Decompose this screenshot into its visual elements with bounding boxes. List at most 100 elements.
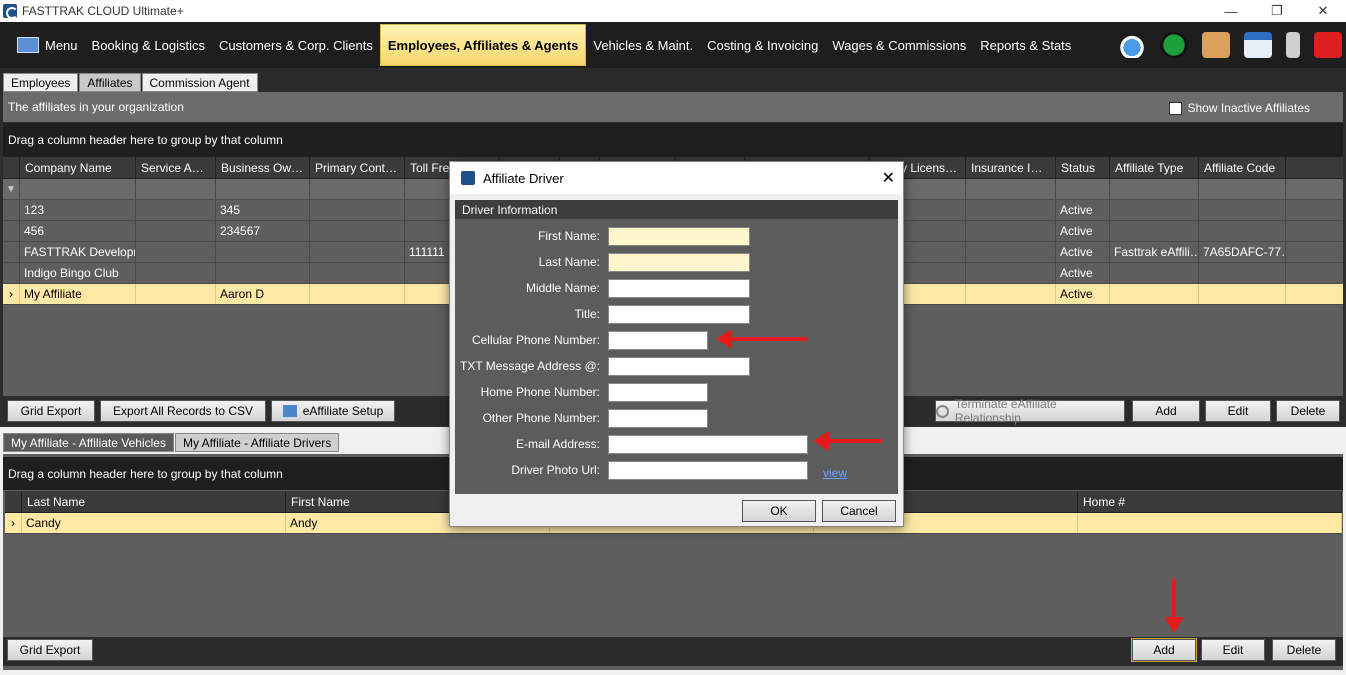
column-header[interactable]: Affiliate Type xyxy=(1110,157,1199,178)
filter-cell[interactable] xyxy=(1110,179,1199,199)
edit-driver-button[interactable]: Edit xyxy=(1201,639,1265,661)
view-photo-link[interactable]: view xyxy=(823,466,847,480)
table-cell: 456 xyxy=(20,221,136,241)
mail-icon[interactable] xyxy=(1202,32,1230,58)
filter-cell[interactable] xyxy=(20,179,136,199)
table-cell: Active xyxy=(1056,242,1110,262)
row-indicator xyxy=(3,200,20,220)
cloud-icon[interactable] xyxy=(1118,32,1146,58)
window-title: FASTTRAK CLOUD Ultimate+ xyxy=(22,4,184,18)
phone-icon[interactable] xyxy=(1286,32,1300,58)
title-bar: FASTTRAK CLOUD Ultimate+ — ❐ ✕ xyxy=(0,0,1346,22)
eaffiliate-setup-button[interactable]: eAffiliate Setup xyxy=(271,400,395,422)
title-field[interactable] xyxy=(608,305,750,324)
table-cell xyxy=(1110,263,1199,283)
cellular-phone-field[interactable] xyxy=(608,331,708,350)
column-header[interactable]: Business Ow… xyxy=(216,157,310,178)
table-cell: FASTTRAK Developm… xyxy=(20,242,136,262)
delete-affiliate-button[interactable]: Delete xyxy=(1276,400,1340,422)
filter-cell[interactable] xyxy=(1199,179,1286,199)
export-csv-button[interactable]: Export All Records to CSV xyxy=(100,400,266,422)
table-cell: My Affiliate xyxy=(20,284,136,304)
cancel-button[interactable]: Cancel xyxy=(822,500,896,522)
filter-cell[interactable] xyxy=(966,179,1056,199)
close-icon[interactable]: ✕ xyxy=(1300,0,1346,22)
drivers-grid-export-button[interactable]: Grid Export xyxy=(7,639,93,661)
menu-customers[interactable]: Customers & Corp. Clients xyxy=(212,24,380,66)
table-cell: 345 xyxy=(216,200,310,220)
window-icon[interactable] xyxy=(1244,32,1272,58)
other-phone-field[interactable] xyxy=(608,409,708,428)
column-header[interactable]: Last Name xyxy=(22,491,286,512)
menu-vehicles[interactable]: Vehicles & Maint. xyxy=(586,24,700,66)
table-cell xyxy=(310,200,405,220)
grid-export-button[interactable]: Grid Export xyxy=(7,400,95,422)
table-cell xyxy=(1199,200,1286,220)
column-header[interactable]: Service A… xyxy=(136,157,216,178)
tab-affiliate-vehicles[interactable]: My Affiliate - Affiliate Vehicles xyxy=(3,433,174,452)
table-cell: Fasttrak eAffili… xyxy=(1110,242,1199,262)
add-affiliate-button[interactable]: Add xyxy=(1132,400,1200,422)
filter-cell[interactable] xyxy=(136,179,216,199)
last-name-field[interactable] xyxy=(608,253,750,272)
column-header[interactable]: Affiliate Code xyxy=(1199,157,1286,178)
first-name-field[interactable] xyxy=(608,227,750,246)
column-header[interactable]: Insurance I… xyxy=(966,157,1056,178)
tab-employees[interactable]: Employees xyxy=(3,73,79,92)
restore-icon[interactable]: ❐ xyxy=(1254,0,1300,22)
youtube-icon[interactable] xyxy=(1314,32,1342,58)
g-logo-icon[interactable] xyxy=(1160,32,1188,58)
main-menu-bar: Menu Booking & Logistics Customers & Cor… xyxy=(0,22,1346,68)
table-cell xyxy=(1199,263,1286,283)
row-indicator xyxy=(3,263,20,283)
column-header[interactable]: Status xyxy=(1056,157,1110,178)
menu-button[interactable]: Menu xyxy=(10,24,85,66)
table-cell xyxy=(1078,513,1342,533)
filter-cell[interactable] xyxy=(310,179,405,199)
tab-affiliate-drivers[interactable]: My Affiliate - Affiliate Drivers xyxy=(174,433,340,452)
checkbox-icon[interactable] xyxy=(1169,101,1183,115)
tab-affiliates[interactable]: Affiliates xyxy=(79,73,141,92)
column-header[interactable]: Home # xyxy=(1078,491,1342,512)
dialog-close-icon[interactable]: ✕ xyxy=(882,168,895,188)
group-by-area: Drag a column header here to group by th… xyxy=(3,123,1343,157)
menu-employees-affiliates-agents[interactable]: Employees, Affiliates & Agents xyxy=(379,24,587,66)
table-cell xyxy=(1110,200,1199,220)
affiliate-driver-dialog: Affiliate Driver ✕ Driver Information Fi… xyxy=(449,161,904,527)
menu-wages-commissions[interactable]: Wages & Commissions xyxy=(825,24,973,66)
field-label: First Name: xyxy=(537,229,600,243)
column-header[interactable]: Primary Cont… xyxy=(310,157,405,178)
filter-cell[interactable] xyxy=(216,179,310,199)
menu-costing-invoicing[interactable]: Costing & Invoicing xyxy=(700,24,825,66)
home-phone-field[interactable] xyxy=(608,383,708,402)
table-cell xyxy=(1110,284,1199,304)
filter-icon[interactable]: ▼ xyxy=(3,179,20,199)
menu-reports-stats[interactable]: Reports & Stats xyxy=(973,24,1078,66)
minimize-icon[interactable]: — xyxy=(1208,0,1254,22)
show-inactive-checkbox[interactable]: Show Inactive Affiliates xyxy=(1169,101,1310,115)
menu-booking-logistics[interactable]: Booking & Logistics xyxy=(85,24,212,66)
add-driver-button[interactable]: Add xyxy=(1131,638,1197,662)
ok-button[interactable]: OK xyxy=(742,500,816,522)
filter-cell[interactable] xyxy=(1056,179,1110,199)
table-cell: Active xyxy=(1056,200,1110,220)
delete-driver-button[interactable]: Delete xyxy=(1272,639,1336,661)
table-cell xyxy=(216,263,310,283)
email-field[interactable] xyxy=(608,435,808,454)
tab-commission-agent[interactable]: Commission Agent xyxy=(141,73,258,92)
edit-affiliate-button[interactable]: Edit xyxy=(1205,400,1271,422)
row-indicator: › xyxy=(5,513,22,533)
terminate-relationship-button[interactable]: Terminate eAffiliate Relationship xyxy=(935,397,1125,425)
bottom-tabs: My Affiliate - Affiliate Vehicles My Aff… xyxy=(3,433,340,452)
driver-information-group: Driver Information First Name: Last Name:… xyxy=(455,200,898,494)
table-cell xyxy=(136,263,216,283)
table-cell: Active xyxy=(1056,221,1110,241)
middle-name-field[interactable] xyxy=(608,279,750,298)
table-cell xyxy=(136,242,216,262)
field-label: Driver Photo Url: xyxy=(511,463,600,477)
column-header[interactable]: Company Name xyxy=(20,157,136,178)
driver-photo-url-field[interactable] xyxy=(608,461,808,480)
txt-message-address-field[interactable] xyxy=(608,357,750,376)
driver-information-caption: Driver Information xyxy=(455,200,898,219)
table-cell xyxy=(136,200,216,220)
